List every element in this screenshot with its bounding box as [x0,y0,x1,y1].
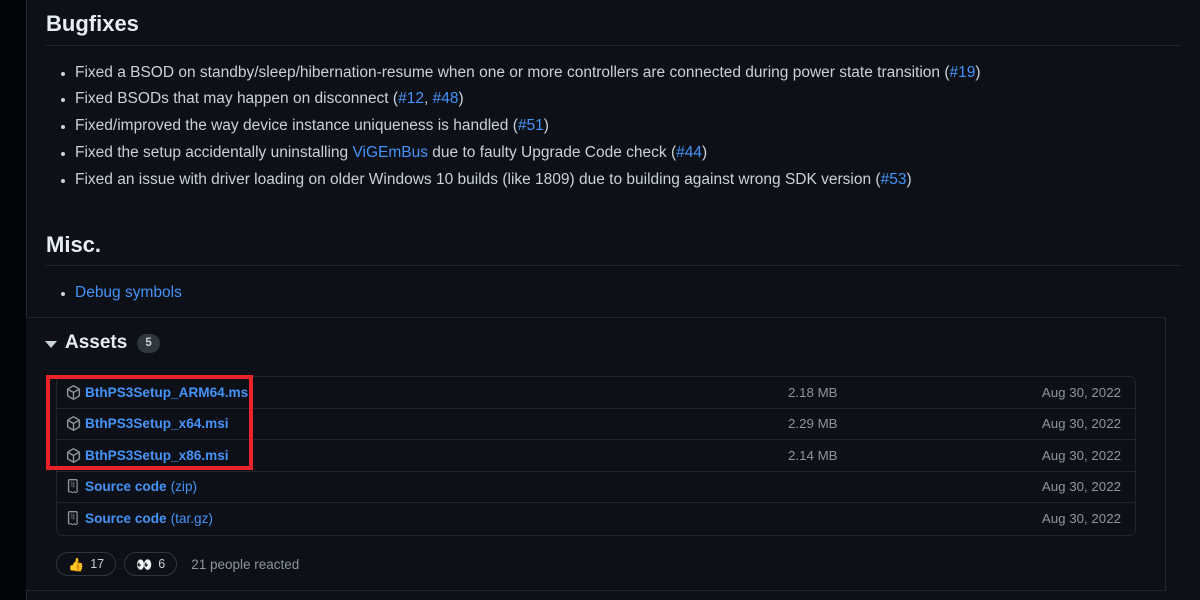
issue-link-44[interactable]: #44 [676,144,702,161]
asset-filename-suffix: (zip) [171,479,197,494]
asset-link[interactable]: Source code (zip) [66,479,788,494]
list-item: Debug symbols [46,280,1181,307]
asset-filename: BthPS3Setup_x86.msi [85,448,229,463]
triangle-down-icon[interactable] [45,341,57,348]
table-row[interactable]: BthPS3Setup_x86.msi 2.14 MB Aug 30, 2022 [57,440,1135,472]
table-row[interactable]: Source code (tar.gz) Aug 30, 2022 [57,503,1135,535]
text-fragment: ) [906,171,911,188]
text-fragment: ) [544,117,549,134]
asset-date: Aug 30, 2022 [956,448,1125,463]
section-heading-bugfixes: Bugfixes [46,2,1181,46]
section-heading-misc: Misc. [46,223,1181,267]
markdown-body: Bugfixes Fixed a BSOD on standby/sleep/h… [27,2,1200,307]
text-fragment: , [424,90,433,107]
reactions-bar: 👍 17 👀 6 21 people reacted [56,552,299,576]
thumbs-up-reaction[interactable]: 👍 17 [56,552,116,576]
list-item: Fixed/improved the way device instance u… [46,113,1181,140]
asset-link[interactable]: BthPS3Setup_ARM64.msi [66,385,788,400]
package-icon [66,448,81,463]
package-icon [66,385,81,400]
assets-header[interactable]: Assets 5 [26,318,1165,354]
asset-filename: Source code [85,479,167,494]
assets-panel: Assets 5 BthPS3Setup_ARM64.msi 2.18 MB A… [26,317,1166,591]
list-item: Fixed BSODs that may happen on disconnec… [46,86,1181,113]
text-fragment: Fixed a BSOD on standby/sleep/hibernatio… [75,64,950,81]
file-zip-icon [66,479,81,494]
package-icon [66,416,81,431]
issue-link-19[interactable]: #19 [950,64,976,81]
asset-link[interactable]: BthPS3Setup_x86.msi [66,448,788,463]
asset-size: 2.18 MB [788,385,956,400]
assets-count-badge: 5 [137,334,159,353]
table-row[interactable]: Source code (zip) Aug 30, 2022 [57,472,1135,504]
asset-date: Aug 30, 2022 [956,416,1125,431]
list-item: Fixed the setup accidentally uninstallin… [46,140,1181,167]
misc-list: Debug symbols [46,280,1181,307]
text-fragment: due to faulty Upgrade Code check ( [428,144,676,161]
list-item: Fixed a BSOD on standby/sleep/hibernatio… [46,60,1181,87]
issue-link-51[interactable]: #51 [518,117,544,134]
asset-filename: BthPS3Setup_ARM64.msi [85,385,252,400]
asset-filename-suffix: (tar.gz) [171,511,213,526]
text-fragment: Fixed BSODs that may happen on disconnec… [75,90,398,107]
text-fragment: Fixed an issue with driver loading on ol… [75,171,881,188]
text-fragment: Fixed the setup accidentally uninstallin… [75,144,352,161]
assets-title: Assets [65,332,127,354]
bugfixes-list: Fixed a BSOD on standby/sleep/hibernatio… [46,60,1181,194]
debug-symbols-link[interactable]: Debug symbols [75,284,182,301]
reaction-count: 17 [90,557,104,571]
asset-date: Aug 30, 2022 [956,385,1125,400]
list-item: Fixed an issue with driver loading on ol… [46,167,1181,194]
eyes-reaction[interactable]: 👀 6 [124,552,177,576]
asset-size: 2.14 MB [788,448,956,463]
issue-link-53[interactable]: #53 [881,171,907,188]
text-fragment: ) [975,64,980,81]
asset-date: Aug 30, 2022 [956,479,1125,494]
vigembus-link[interactable]: ViGEmBus [352,144,428,161]
asset-filename: BthPS3Setup_x64.msi [85,416,229,431]
asset-date: Aug 30, 2022 [956,511,1125,526]
reactions-summary: 21 people reacted [191,557,299,572]
text-fragment: Fixed/improved the way device instance u… [75,117,518,134]
asset-size: 2.29 MB [788,416,956,431]
file-zip-icon [66,511,81,526]
asset-filename: Source code [85,511,167,526]
asset-link[interactable]: Source code (tar.gz) [66,511,788,526]
text-fragment: ) [458,90,463,107]
asset-list: BthPS3Setup_ARM64.msi 2.18 MB Aug 30, 20… [56,376,1136,536]
issue-link-12[interactable]: #12 [398,90,424,107]
eyes-icon: 👀 [136,558,152,571]
release-notes-page: Bugfixes Fixed a BSOD on standby/sleep/h… [0,0,1200,600]
reaction-count: 6 [158,557,165,571]
text-fragment: ) [702,144,707,161]
table-row[interactable]: BthPS3Setup_x64.msi 2.29 MB Aug 30, 2022 [57,409,1135,441]
asset-link[interactable]: BthPS3Setup_x64.msi [66,416,788,431]
thumbs-up-icon: 👍 [68,558,84,571]
table-row[interactable]: BthPS3Setup_ARM64.msi 2.18 MB Aug 30, 20… [57,377,1135,409]
issue-link-48[interactable]: #48 [433,90,459,107]
